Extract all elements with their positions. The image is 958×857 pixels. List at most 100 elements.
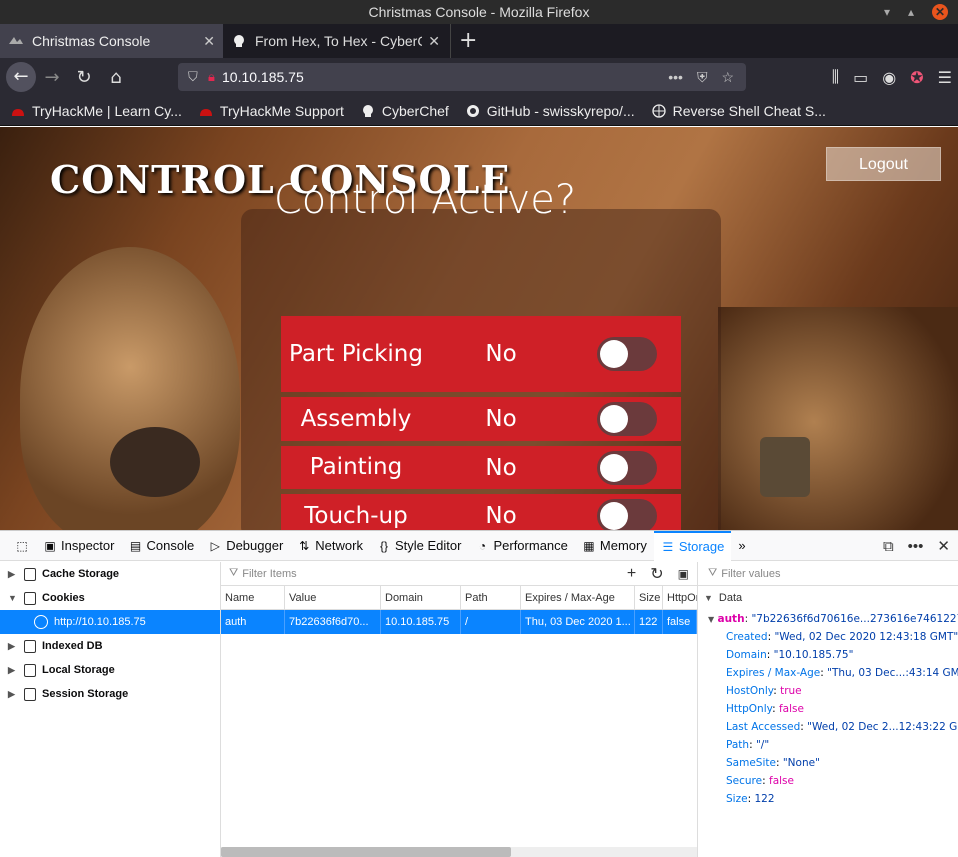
filter-items-input[interactable]: ⛛ Filter Items + ↻ ▣ [221, 562, 697, 586]
bookmark-cyberchef[interactable]: CyberChef [360, 103, 449, 119]
extension-icon[interactable]: ✪ [910, 68, 923, 87]
column-header[interactable]: Domain [381, 585, 461, 610]
logout-button[interactable]: Logout [826, 147, 941, 181]
sidebar-icon[interactable]: ▭ [853, 68, 868, 87]
tab-debugger[interactable]: ▷ Debugger [201, 531, 290, 561]
library-icon[interactable]: ⫼ [832, 67, 839, 87]
cell-expires: Thu, 03 Dec 2020 1... [521, 610, 635, 634]
insecure-lock-icon[interactable]: 🔒︎ [208, 69, 215, 85]
cell-value: 7b22636f6d70... [285, 610, 381, 634]
column-header[interactable]: Value [285, 585, 381, 610]
column-header[interactable]: Path [461, 585, 521, 610]
database-icon [24, 567, 36, 581]
navigation-bar: ← → ↻ ⌂ ⛉ 🔒︎ 10.10.185.75 ••• ⛨ ☆ ⫼ ▭ ◉ … [0, 58, 958, 96]
maximize-icon[interactable]: ▴ [908, 0, 914, 24]
table-header: Name Value Domain Path Expires / Max-Age… [221, 585, 697, 610]
control-row-touch-up: Touch-up No [281, 494, 681, 530]
refresh-icon[interactable]: ↻ [650, 564, 663, 584]
tab-style-editor[interactable]: {} Style Editor [370, 531, 468, 561]
add-item-icon[interactable]: + [627, 565, 636, 583]
tab-network[interactable]: ⇅ Network [290, 531, 370, 561]
sidebar-item-cookie-host[interactable]: http://10.10.185.75 [0, 610, 220, 634]
table-row[interactable]: auth 7b22636f6d70... 10.10.185.75 / Thu,… [221, 610, 697, 634]
sidebar-item-session-storage[interactable]: ▶ Session Storage [0, 682, 220, 706]
shield-icon[interactable]: ⛉ [188, 69, 198, 85]
sidebar-item-cache-storage[interactable]: ▶ Cache Storage [0, 562, 220, 586]
sidebar-item-local-storage[interactable]: ▶ Local Storage [0, 658, 220, 682]
bookmark-tryhackme[interactable]: TryHackMe | Learn Cy... [10, 103, 182, 119]
data-sidebar: ⛛ Filter values ▼ Data ▼ auth: "7b22636f… [697, 562, 958, 857]
data-entry: Domain: "10.10.185.75" [726, 649, 854, 661]
data-entry: Secure: false [726, 775, 794, 787]
bookmark-tryhackme-support[interactable]: TryHackMe Support [198, 103, 344, 119]
style-editor-icon: {} [379, 538, 388, 553]
close-window-icon[interactable]: ✕ [932, 4, 948, 20]
sidebar-item-indexed-db[interactable]: ▶ Indexed DB [0, 634, 220, 658]
globe-icon [651, 103, 667, 118]
cookies-table: ⛛ Filter Items + ↻ ▣ Name Value Domain P… [221, 562, 697, 857]
data-root-entry[interactable]: ▼ auth: "7b22636f6d70616e...273616e74612… [698, 610, 958, 628]
more-tools-chevron-icon[interactable]: » [731, 531, 752, 561]
tab-close-icon[interactable]: ✕ [428, 33, 440, 50]
column-header[interactable]: HttpOnly [663, 586, 697, 610]
painting-toggle[interactable] [597, 451, 657, 485]
control-row-assembly: Assembly No [281, 397, 681, 441]
data-entry: Path: "/" [726, 739, 770, 751]
chef-hat-icon [231, 34, 247, 48]
element-picker-button[interactable]: ⬚ [8, 531, 36, 561]
inspector-icon: ▣ [44, 538, 56, 553]
filter-icon: ⛛ [708, 567, 718, 579]
bookmark-star-icon[interactable]: ☆ [721, 69, 734, 86]
devtools-close-icon[interactable]: ✕ [937, 537, 950, 555]
devtools-menu-icon[interactable]: ••• [908, 538, 924, 555]
reload-button[interactable]: ↻ [68, 67, 100, 88]
column-header[interactable]: Size [635, 585, 663, 610]
minimize-icon[interactable]: ▾ [884, 0, 890, 24]
bookmark-github[interactable]: GitHub - swisskyrepo/... [465, 103, 635, 119]
column-header[interactable]: Name [221, 585, 285, 610]
filter-values-input[interactable]: ⛛ Filter values [698, 562, 958, 586]
panel-title: Control Active? [273, 177, 577, 223]
tab-label: Christmas Console [32, 33, 151, 49]
data-entry: Created: "Wed, 02 Dec 2020 12:43:18 GMT" [726, 631, 958, 643]
site-favicon-icon [8, 34, 24, 48]
home-button[interactable]: ⌂ [100, 67, 132, 88]
toggle-sidebar-icon[interactable]: ▣ [678, 567, 689, 581]
assembly-toggle[interactable] [597, 402, 657, 436]
data-section-header[interactable]: ▼ Data [698, 586, 958, 610]
picker-icon: ⬚ [16, 538, 28, 553]
new-tab-button[interactable]: + [450, 24, 485, 58]
page-actions-icon[interactable]: ••• [668, 69, 683, 85]
tryhackme-icon [10, 104, 26, 118]
tab-christmas-console[interactable]: Christmas Console ✕ [0, 24, 223, 58]
tab-console[interactable]: ▤ Console [121, 531, 201, 561]
control-label: Touch-up [304, 502, 408, 529]
database-icon [24, 687, 36, 701]
part-picking-toggle[interactable] [597, 337, 657, 371]
menu-icon[interactable]: ☰ [938, 68, 952, 87]
url-text[interactable]: 10.10.185.75 [222, 69, 304, 85]
tab-inspector[interactable]: ▣ Inspector [36, 531, 121, 561]
tab-close-icon[interactable]: ✕ [203, 33, 215, 50]
dock-options-icon[interactable]: ⧉ [883, 538, 894, 555]
tab-performance[interactable]: ◔ Performance [468, 531, 574, 561]
data-entry: Last Accessed: "Wed, 02 Dec 2...12:43:22… [726, 721, 958, 733]
devtools-panel: ⬚ ▣ Inspector ▤ Console ▷ Debugger ⇅ Network… [0, 530, 958, 857]
url-bar[interactable]: ⛉ 🔒︎ 10.10.185.75 ••• ⛨ ☆ [178, 63, 746, 91]
tab-storage[interactable]: ☰ Storage [653, 530, 732, 561]
column-header[interactable]: Expires / Max-Age [521, 585, 635, 610]
pocket-icon[interactable]: ⛨ [697, 69, 708, 86]
sidebar-item-cookies[interactable]: ▼ Cookies [0, 586, 220, 610]
control-row-painting: Painting No [281, 446, 681, 489]
tab-cyberchef[interactable]: From Hex, To Hex - CyberChef ✕ [223, 24, 448, 58]
data-entry: HostOnly: true [726, 685, 802, 697]
control-row-part-picking: Part Picking No [281, 316, 681, 392]
forward-button[interactable]: → [36, 67, 68, 88]
touch-up-toggle[interactable] [597, 499, 657, 530]
tryhackme-icon [198, 104, 214, 118]
data-entry: Size: 122 [726, 793, 775, 805]
account-icon[interactable]: ◉ [882, 68, 896, 87]
back-button[interactable]: ← [6, 62, 36, 92]
tab-memory[interactable]: ▦ Memory [575, 531, 654, 561]
bookmark-reverse-shell[interactable]: Reverse Shell Cheat S... [651, 103, 826, 119]
